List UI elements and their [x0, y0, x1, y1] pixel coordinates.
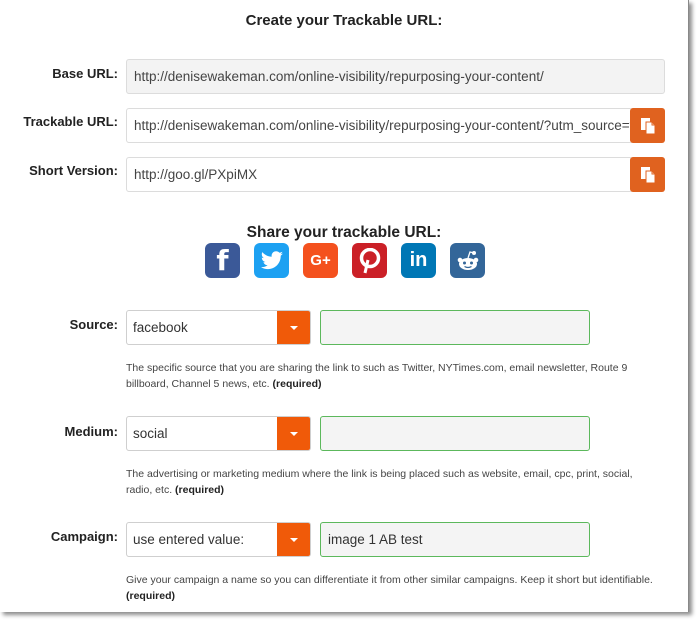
reddit-icon	[457, 250, 478, 270]
campaign-selected-value: use entered value:	[133, 532, 245, 547]
copy-short-url-button[interactable]	[630, 157, 665, 192]
copy-trackable-url-button[interactable]	[630, 108, 665, 143]
short-version-label: Short Version:	[29, 163, 118, 178]
chevron-down-icon[interactable]	[277, 417, 310, 450]
source-help-text: The specific source that you are sharing…	[126, 362, 628, 390]
medium-selected-value: social	[133, 426, 168, 441]
campaign-select[interactable]: use entered value:	[126, 522, 311, 557]
source-label: Source:	[69, 317, 118, 332]
medium-help-text: The advertising or marketing medium wher…	[126, 468, 633, 496]
chevron-down-icon[interactable]	[277, 311, 310, 344]
medium-input[interactable]	[320, 416, 590, 451]
required-marker: (required)	[272, 378, 322, 390]
google-plus-icon: G+	[310, 252, 331, 269]
social-share-buttons: f G+ in	[205, 243, 485, 278]
short-version-field[interactable]: http://goo.gl/PXpiMX	[126, 157, 633, 192]
page-title: Create your Trackable URL:	[245, 12, 443, 29]
campaign-label: Campaign:	[50, 529, 118, 544]
reddit-share-button[interactable]	[450, 243, 485, 278]
campaign-help-text: Give your campaign a name so you can dif…	[126, 574, 653, 602]
trackable-url-field[interactable]: http://denisewakeman.com/online-visibili…	[126, 108, 633, 143]
google-plus-share-button[interactable]: G+	[303, 243, 338, 278]
copy-icon	[640, 166, 655, 183]
campaign-input[interactable]: image 1 AB test	[320, 522, 590, 557]
chevron-down-icon[interactable]	[277, 523, 310, 556]
source-select[interactable]: facebook	[126, 310, 311, 345]
pinterest-share-button[interactable]	[352, 243, 387, 278]
medium-label: Medium:	[64, 424, 118, 439]
source-selected-value: facebook	[133, 320, 188, 335]
source-input[interactable]	[320, 310, 590, 345]
twitter-share-button[interactable]	[254, 243, 289, 278]
pinterest-icon	[359, 247, 380, 273]
facebook-icon: f	[216, 244, 229, 277]
share-title: Share your trackable URL:	[246, 224, 442, 241]
base-url-field[interactable]: http://denisewakeman.com/online-visibili…	[126, 59, 665, 94]
facebook-share-button[interactable]: f	[205, 243, 240, 278]
required-marker: (required)	[175, 484, 225, 496]
url-builder-panel: Create your Trackable URL: Base URL: htt…	[0, 0, 689, 612]
trackable-url-label: Trackable URL:	[23, 114, 118, 129]
copy-icon	[640, 117, 655, 134]
linkedin-share-button[interactable]: in	[401, 243, 436, 278]
base-url-label: Base URL:	[52, 66, 118, 81]
twitter-icon	[260, 250, 283, 269]
required-marker: (required)	[126, 590, 176, 602]
linkedin-icon: in	[409, 249, 428, 271]
medium-select[interactable]: social	[126, 416, 311, 451]
